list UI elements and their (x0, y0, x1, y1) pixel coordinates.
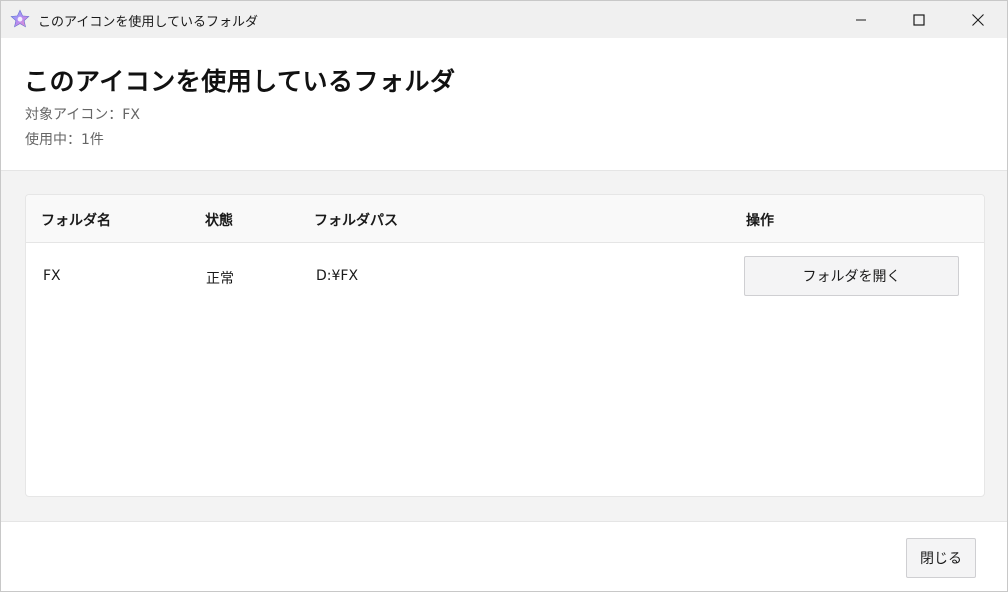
close-icon (972, 13, 984, 26)
column-header-status: 状態 (205, 213, 233, 229)
column-header-folder-name: フォルダ名 (41, 213, 111, 229)
cell-folder-name: FX (43, 268, 61, 284)
close-button[interactable]: 閉じる (906, 538, 976, 578)
maximize-icon (913, 13, 925, 26)
usage-count-label: 使用中：1件 (25, 132, 104, 148)
window-close-button[interactable] (949, 1, 1007, 38)
target-icon-label: 対象アイコン：FX (25, 107, 140, 123)
column-header-action: 操作 (746, 213, 774, 229)
minimize-icon (856, 19, 866, 20)
folder-table: フォルダ名 状態 フォルダパス 操作 FX 正常 D:¥FX フォルダを開く (25, 194, 985, 497)
window-title: このアイコンを使用しているフォルダ (38, 15, 258, 30)
title-bar[interactable]: このアイコンを使用しているフォルダ (1, 1, 1007, 38)
maximize-button[interactable] (890, 1, 948, 38)
page-title: このアイコンを使用しているフォルダ (24, 67, 456, 96)
cell-status: 正常 (206, 271, 234, 287)
dialog-header: このアイコンを使用しているフォルダ 対象アイコン：FX 使用中：1件 (1, 38, 1007, 171)
star-icon (10, 9, 30, 28)
open-folder-button[interactable]: フォルダを開く (744, 256, 959, 296)
cell-folder-path: D:¥FX (316, 268, 359, 284)
column-header-folder-path: フォルダパス (314, 213, 398, 229)
table-header: フォルダ名 状態 フォルダパス 操作 (26, 195, 984, 243)
dialog-footer: 閉じる (1, 521, 1007, 591)
dialog-window: このアイコンを使用しているフォルダ このアイコンを使用しているフォルダ 対象アイ… (0, 0, 1008, 592)
table-row: FX 正常 D:¥FX フォルダを開く (26, 243, 984, 311)
minimize-button[interactable] (832, 1, 890, 38)
